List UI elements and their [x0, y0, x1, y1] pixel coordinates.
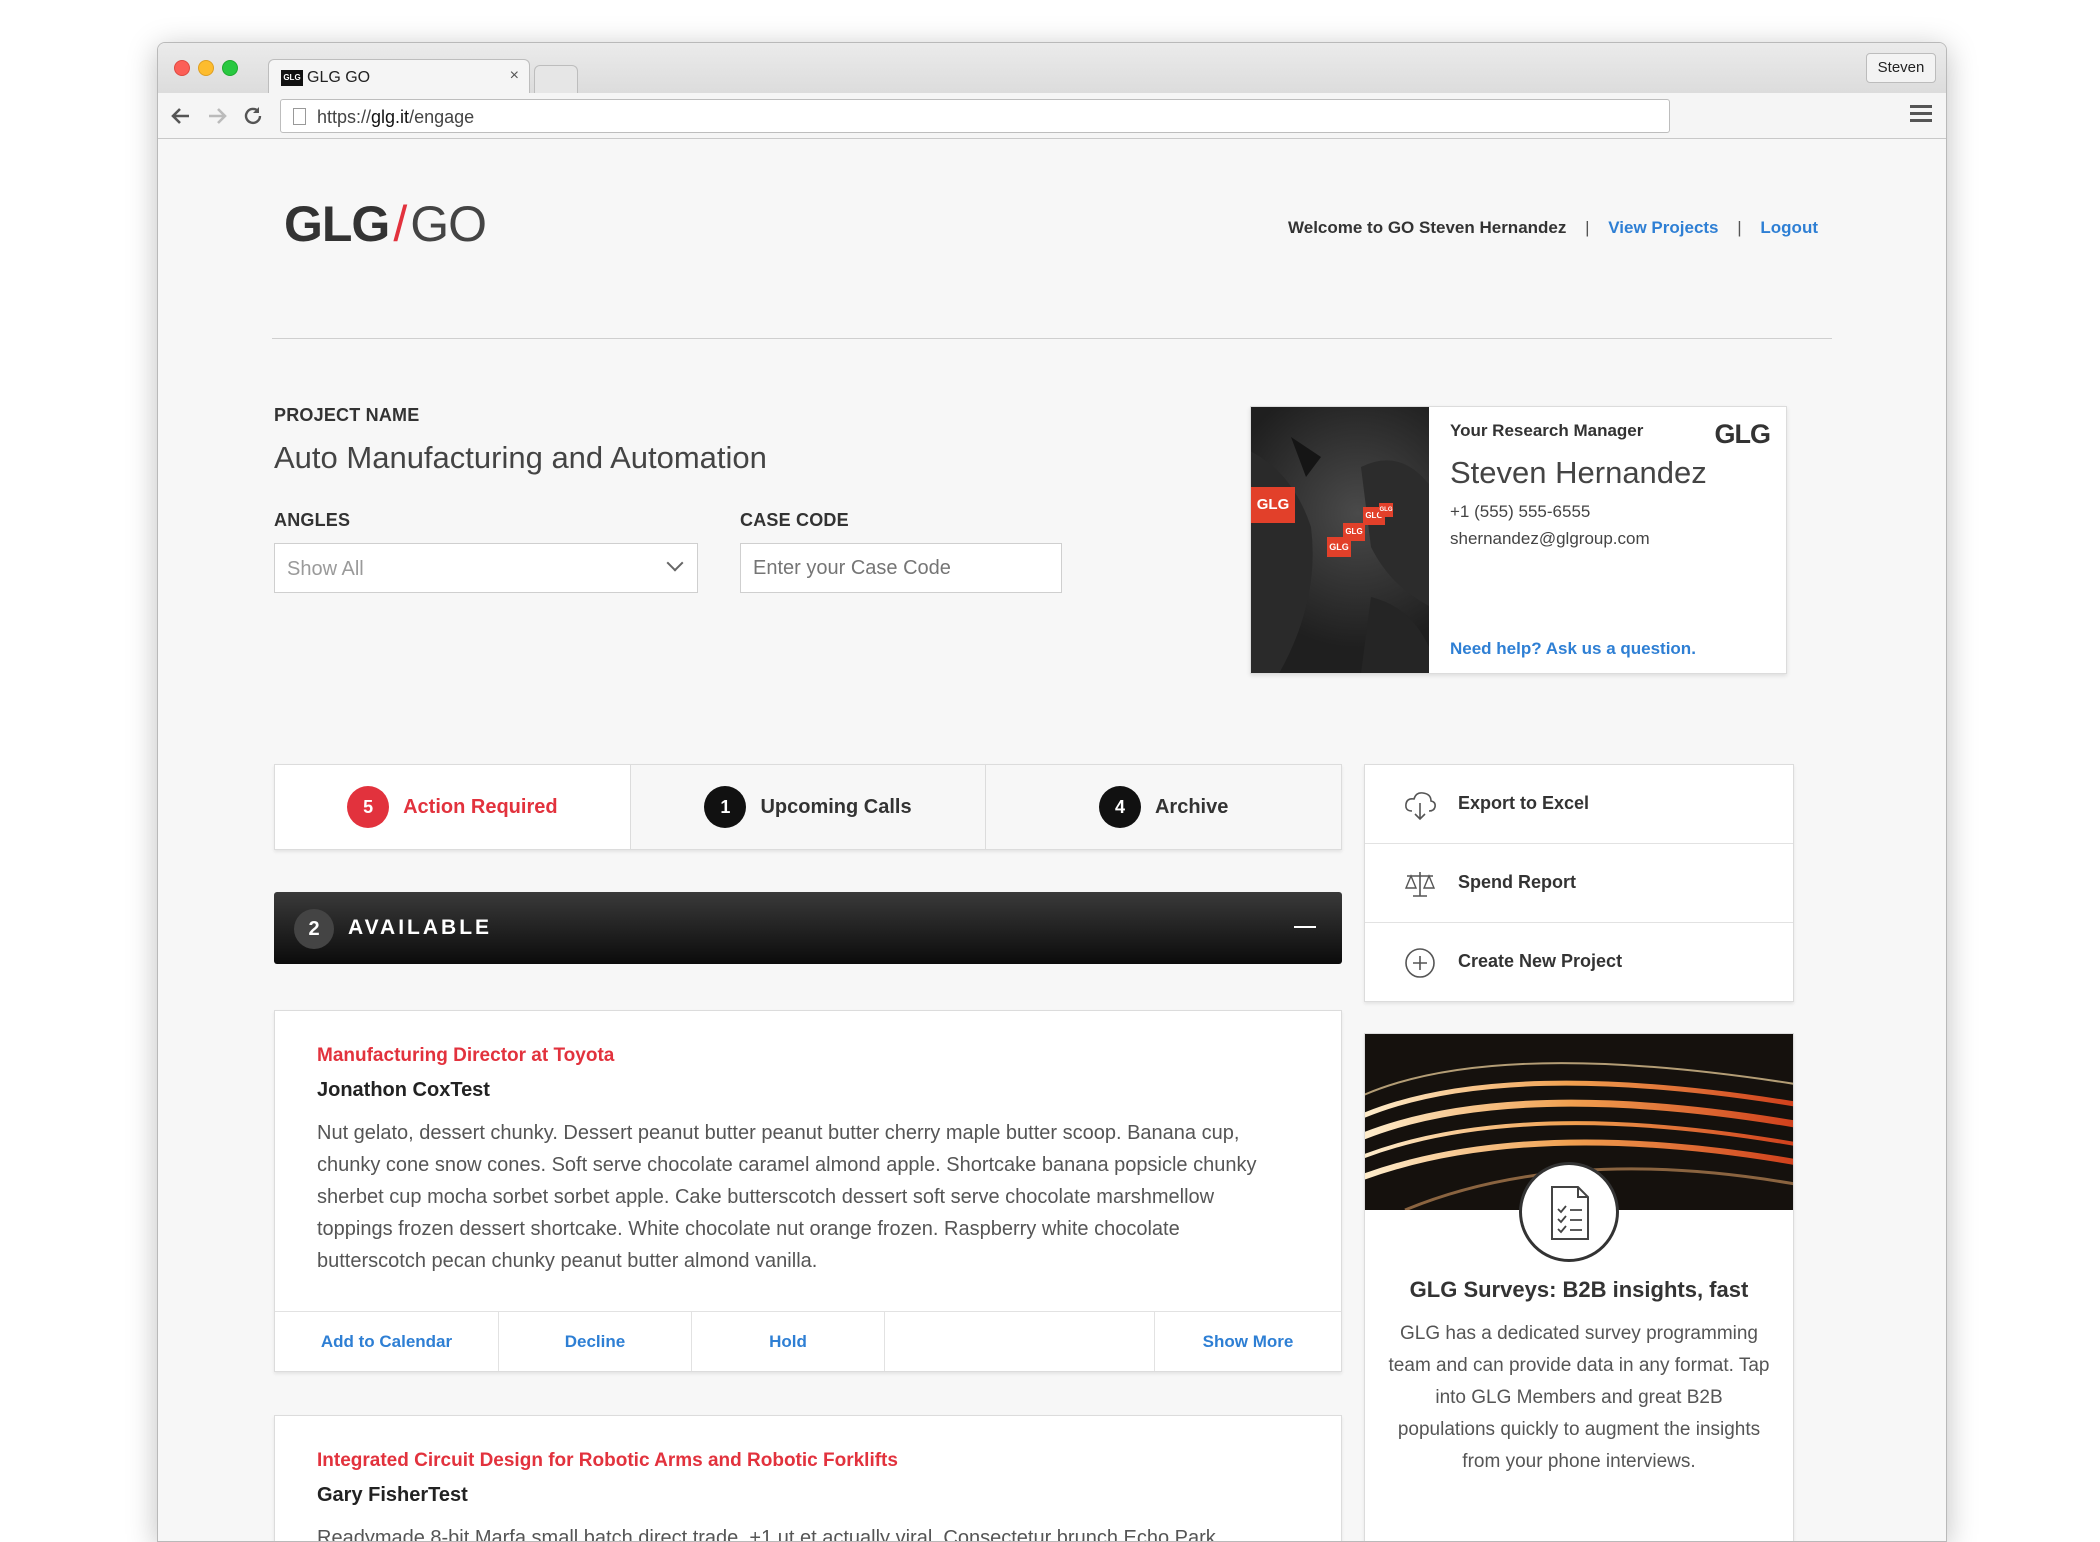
count-badge: 5: [347, 786, 390, 828]
cloud-download-icon: [1405, 792, 1436, 821]
tab-label: Archive: [1154, 795, 1229, 818]
project-name-label: PROJECT NAME: [274, 405, 420, 425]
research-manager-phone[interactable]: +1 (555) 555-6555: [1450, 502, 1590, 522]
reload-icon[interactable]: [242, 105, 264, 127]
card-actions-spacer: [885, 1312, 1155, 1371]
new-tab-button[interactable]: [534, 65, 578, 93]
expert-description: Nut gelato, dessert chunky. Dessert pean…: [317, 1122, 1257, 1272]
clipboard-checklist-icon: [1551, 1186, 1589, 1240]
expert-name: Gary FisherTest: [317, 1484, 468, 1506]
top-navigation: Welcome to GO Steven Hernandez | View Pr…: [1288, 218, 1818, 237]
maximize-window-button[interactable]: [222, 60, 238, 76]
case-code-input[interactable]: [740, 543, 1062, 593]
browser-tab[interactable]: GLG GLG GO ×: [268, 59, 530, 95]
side-action-label: Export to Excel: [1458, 793, 1590, 813]
expert-role[interactable]: Integrated Circuit Design for Robotic Ar…: [317, 1450, 898, 1472]
card-actions: Add to Calendar Decline Hold Show More: [275, 1311, 1341, 1371]
glg-logo: GLG: [1714, 419, 1771, 449]
glg-pin-icon: GLG: [1379, 503, 1393, 517]
glg-map-image: GLG GLG GLG GLG GLG: [1251, 407, 1429, 673]
collapse-icon[interactable]: [1294, 926, 1316, 928]
expert-name: Jonathon CoxTest: [317, 1079, 490, 1101]
back-arrow-icon[interactable]: [170, 105, 192, 127]
glg-favicon-icon: GLG: [281, 70, 303, 86]
expert-role[interactable]: Manufacturing Director at Toyota: [317, 1045, 614, 1067]
title-bar: GLG GLG GO × Steven: [158, 43, 1946, 95]
create-new-project-button[interactable]: Create New Project: [1365, 923, 1793, 1002]
view-projects-link[interactable]: View Projects: [1608, 218, 1718, 237]
side-action-label: Create New Project: [1458, 951, 1623, 971]
add-to-calendar-button[interactable]: Add to Calendar: [275, 1312, 499, 1371]
expert-description: Readymade 8-bit Marfa small batch direct…: [317, 1527, 1216, 1542]
tab-close-icon[interactable]: ×: [510, 67, 519, 85]
count-badge: 1: [704, 786, 747, 828]
chevron-down-icon: [666, 554, 684, 572]
expert-card: Integrated Circuit Design for Robotic Ar…: [274, 1415, 1342, 1542]
count-badge: 4: [1098, 786, 1141, 828]
decline-button[interactable]: Decline: [499, 1312, 692, 1371]
research-manager-card: GLG GLG GLG GLG GLG Your Research Manage…: [1250, 406, 1787, 674]
project-name: Auto Manufacturing and Automation: [274, 440, 767, 475]
browser-window: GLG GLG GO × Steven https://glg.it/engag…: [157, 42, 1947, 1542]
hold-button[interactable]: Hold: [692, 1312, 885, 1371]
page-content: GLG/GO Welcome to GO Steven Hernandez | …: [158, 140, 1946, 1542]
research-manager-email[interactable]: shernandez@glgroup.com: [1450, 529, 1650, 549]
research-manager-name: Steven Hernandez: [1450, 455, 1707, 490]
browser-toolbar: https://glg.it/engage: [158, 93, 1946, 139]
available-title: AVAILABLE: [348, 916, 493, 939]
forward-arrow-icon[interactable]: [206, 105, 228, 127]
help-link[interactable]: Need help? Ask us a question.: [1450, 639, 1696, 659]
tab-label: Upcoming Calls: [760, 795, 912, 818]
tab-archive[interactable]: 4 Archive: [986, 765, 1342, 849]
address-bar[interactable]: https://glg.it/engage: [280, 99, 1670, 133]
tab-action-required[interactable]: 5 Action Required: [275, 765, 631, 849]
expert-card: Manufacturing Director at Toyota Jonatho…: [274, 1010, 1342, 1372]
case-code-label: CASE CODE: [740, 510, 849, 530]
logout-link[interactable]: Logout: [1760, 218, 1818, 237]
header-divider: [272, 338, 1832, 339]
side-action-label: Spend Report: [1458, 872, 1577, 892]
glg-pin-icon: GLG: [1251, 487, 1295, 523]
angles-select[interactable]: Show All: [274, 543, 698, 593]
survey-icon-badge: [1519, 1162, 1619, 1262]
url-text: https://glg.it/engage: [317, 107, 475, 127]
show-more-button[interactable]: Show More: [1155, 1312, 1341, 1371]
profile-button[interactable]: Steven: [1866, 53, 1936, 83]
minimize-window-button[interactable]: [198, 60, 214, 76]
tab-label: Action Required: [403, 795, 558, 818]
plus-circle-icon: [1405, 948, 1435, 978]
export-to-excel-button[interactable]: Export to Excel: [1365, 765, 1793, 844]
quick-actions-panel: Export to Excel Spend Report Create New …: [1364, 764, 1794, 1002]
promo-title: GLG Surveys: B2B insights, fast: [1409, 1277, 1749, 1302]
tab-title: GLG GO: [307, 69, 371, 86]
welcome-text: Welcome to GO Steven Hernandez: [1288, 218, 1567, 237]
close-window-button[interactable]: [174, 60, 190, 76]
page-icon: [293, 108, 306, 125]
angles-selected-value: Show All: [287, 558, 364, 580]
research-manager-heading: Your Research Manager: [1450, 421, 1644, 440]
spend-report-button[interactable]: Spend Report: [1365, 844, 1793, 923]
glg-pin-icon: GLG: [1327, 537, 1351, 557]
available-count-badge: 2: [294, 909, 334, 949]
hamburger-menu-icon[interactable]: [1910, 105, 1932, 123]
status-tabs: 5 Action Required 1 Upcoming Calls 4 Arc…: [274, 764, 1342, 850]
tab-upcoming-calls[interactable]: 1 Upcoming Calls: [630, 765, 987, 849]
promo-text: GLG has a dedicated survey programming t…: [1388, 1323, 1770, 1472]
angles-label: ANGLES: [274, 510, 351, 530]
scale-icon: [1404, 872, 1436, 897]
surveys-promo-card: GLG Surveys: B2B insights, fast GLG has …: [1364, 1033, 1794, 1541]
available-section-header[interactable]: 2 AVAILABLE: [274, 892, 1342, 964]
glg-go-logo[interactable]: GLG/GO: [284, 195, 487, 253]
